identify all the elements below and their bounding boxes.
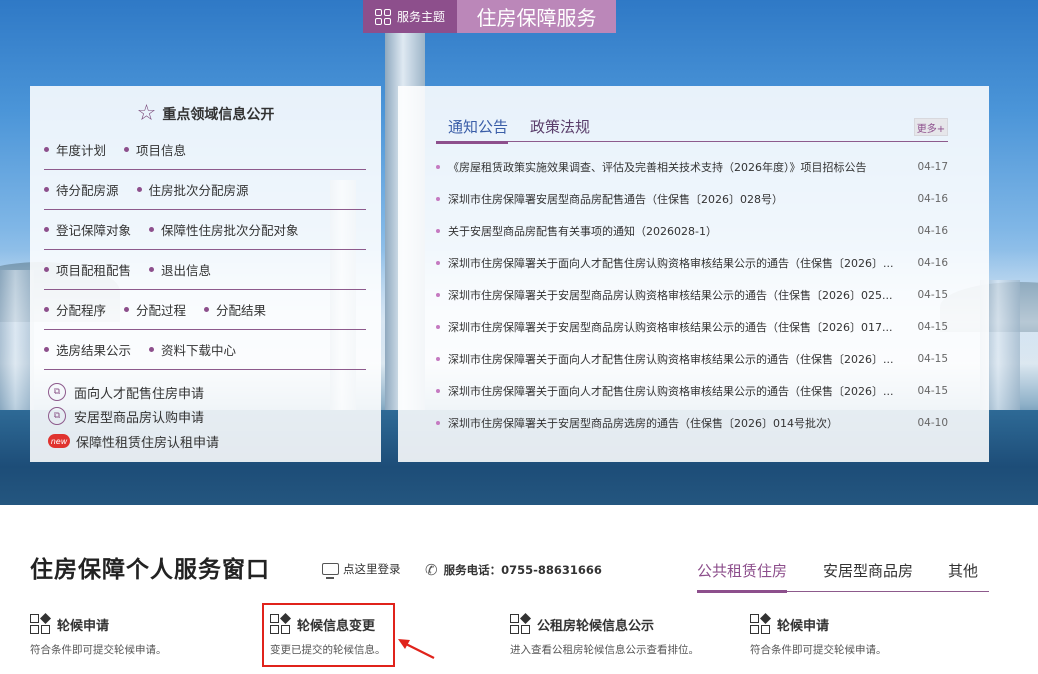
login-label: 点这里登录: [343, 562, 401, 576]
talent-housing-application[interactable]: ⧉ 面向人才配售住房申请: [48, 380, 204, 404]
news-date: 04-10: [917, 417, 948, 429]
link-allocation-process[interactable]: 分配过程: [124, 300, 186, 319]
news-date: 04-15: [917, 385, 948, 397]
link-annual-plan[interactable]: 年度计划: [44, 140, 106, 159]
card-desc: 符合条件即可提交轮候申请。: [750, 644, 887, 656]
news-date: 04-15: [917, 321, 948, 333]
card-title: 轮候申请: [57, 618, 110, 634]
apply-icon: ⧉: [48, 383, 66, 401]
news-tabs: 通知公告 政策法规: [436, 116, 948, 144]
link-batch-housing[interactable]: 住房批次分配房源: [137, 180, 249, 199]
card-desc: 符合条件即可提交轮候申请。: [30, 644, 167, 656]
news-item[interactable]: 深圳市住房保障署关于安居型商品房认购资格审核结果公示的通告（住保售〔2026〕0…: [436, 284, 948, 306]
news-title: 《房屋租赁政策实施效果调查、评估及完善相关技术支持（2026年度）》项目招标公告: [448, 161, 867, 174]
highlight-box: [262, 603, 395, 667]
link-allocation-result[interactable]: 分配结果: [204, 300, 266, 319]
link-download-center[interactable]: 资料下载中心: [149, 340, 236, 359]
tab-policies[interactable]: 政策法规: [530, 116, 590, 142]
theme-title: 住房保障服务: [457, 0, 616, 33]
panel-heading: ☆ 重点领域信息公开: [30, 100, 381, 128]
tab-other[interactable]: 其他: [948, 560, 978, 581]
panel-title: 重点领域信息公开: [162, 107, 275, 123]
building: [0, 270, 34, 420]
news-date: 04-15: [917, 289, 948, 301]
service-tabs: 公共租赁住房 安居型商品房 其他: [697, 560, 989, 593]
card-title: 轮候申请: [777, 618, 830, 634]
link-row: 登记保障对象 保障性住房批次分配对象: [44, 210, 366, 250]
news-date: 04-15: [917, 353, 948, 365]
link-row: 选房结果公示 资料下载中心: [44, 330, 366, 370]
news-date: 04-17: [917, 161, 948, 173]
link-housing-to-assign[interactable]: 待分配房源: [44, 180, 119, 199]
affordable-housing-application[interactable]: ⧉ 安居型商品房认购申请: [48, 404, 204, 428]
service-icon: [30, 613, 51, 634]
news-item[interactable]: 深圳市住房保障署关于安居型商品房选房的通告（住保售〔2026〕014号批次） 04…: [436, 412, 948, 434]
link-row: 年度计划 项目信息: [44, 130, 366, 170]
more-button[interactable]: 更多+: [914, 118, 948, 136]
tab-public-rental[interactable]: 公共租赁住房: [697, 560, 788, 593]
service-card-waitlist-apply[interactable]: 轮候申请 符合条件即可提交轮候申请。: [30, 613, 250, 664]
link-registered-recipients[interactable]: 登记保障对象: [44, 220, 131, 239]
link-allocation-procedure[interactable]: 分配程序: [44, 300, 106, 319]
service-window-title: 住房保障个人服务窗口: [30, 557, 270, 583]
rental-housing-application[interactable]: new 保障性租赁住房认租申请: [48, 429, 219, 453]
news-panel: 通知公告 政策法规 更多+ 《房屋租赁政策实施效果调查、评估及完善相关技术支持（…: [398, 86, 989, 462]
info-disclosure-panel: ☆ 重点领域信息公开 年度计划 项目信息 待分配房源 住房批次分配房源 登记保障…: [30, 86, 381, 462]
news-title: 深圳市住房保障署关于面向人才配售住房认购资格审核结果公示的通告（住保售〔2026…: [448, 353, 894, 366]
news-title: 深圳市住房保障署关于面向人才配售住房认购资格审核结果公示的通告（住保售〔2026…: [448, 257, 894, 270]
new-badge-icon: new: [48, 434, 70, 448]
news-item[interactable]: 深圳市住房保障署关于安居型商品房认购资格审核结果公示的通告（住保售〔2026〕0…: [436, 316, 948, 338]
monitor-icon: [322, 563, 339, 579]
card-title: 公租房轮候信息公示: [537, 618, 655, 634]
news-item[interactable]: 深圳市住房保障署关于面向人才配售住房认购资格审核结果公示的通告（住保售〔2026…: [436, 348, 948, 370]
link-row: 项目配租配售 退出信息: [44, 250, 366, 290]
phone-icon: ✆: [425, 561, 438, 579]
tab-notices[interactable]: 通知公告: [436, 116, 509, 144]
grid-icon: [374, 8, 391, 25]
news-title: 深圳市住房保障署关于安居型商品房认购资格审核结果公示的通告（住保售〔2026〕0…: [448, 289, 893, 302]
news-item[interactable]: 《房屋租赁政策实施效果调查、评估及完善相关技术支持（2026年度）》项目招标公告…: [436, 156, 948, 178]
link-project-info[interactable]: 项目信息: [124, 140, 186, 159]
news-item[interactable]: 关于安居型商品房配售有关事项的通知（2026028-1） 04-16: [436, 220, 948, 242]
app-label: 面向人才配售住房申请: [74, 386, 205, 402]
apply-icon: ⧉: [48, 407, 66, 425]
news-title: 深圳市住房保障署关于面向人才配售住房认购资格审核结果公示的通告（住保售〔2026…: [448, 385, 894, 398]
news-title: 深圳市住房保障署关于安居型商品房选房的通告（住保售〔2026〕014号批次）: [448, 417, 838, 430]
app-label: 安居型商品房认购申请: [74, 410, 205, 426]
link-row: 分配程序 分配过程 分配结果: [44, 290, 366, 330]
news-title: 关于安居型商品房配售有关事项的通知（2026028-1）: [448, 225, 717, 238]
link-row: 待分配房源 住房批次分配房源: [44, 170, 366, 210]
card-desc: 进入查看公租房轮候信息公示查看排位。: [510, 644, 699, 656]
news-title: 深圳市住房保障署安居型商品房配售通告（住保售〔2026〕028号）: [448, 193, 783, 206]
service-phone: ✆ 服务电话：0755-88631666: [425, 561, 602, 579]
login-link[interactable]: 点这里登录: [322, 561, 401, 579]
news-title: 深圳市住房保障署关于安居型商品房认购资格审核结果公示的通告（住保售〔2026〕0…: [448, 321, 893, 334]
news-item[interactable]: 深圳市住房保障署关于面向人才配售住房认购资格审核结果公示的通告（住保售〔2026…: [436, 252, 948, 274]
theme-tag[interactable]: 服务主题: [363, 0, 457, 33]
service-icon: [750, 613, 771, 634]
news-date: 04-16: [917, 193, 948, 205]
link-project-allocation[interactable]: 项目配租配售: [44, 260, 131, 279]
news-date: 04-16: [917, 225, 948, 237]
link-selection-result[interactable]: 选房结果公示: [44, 340, 131, 359]
link-exit-info[interactable]: 退出信息: [149, 260, 211, 279]
star-icon: ☆: [136, 101, 157, 126]
theme-tag-label: 服务主题: [396, 10, 445, 24]
news-item[interactable]: 深圳市住房保障署安居型商品房配售通告（住保售〔2026〕028号） 04-16: [436, 188, 948, 210]
tab-affordable-housing[interactable]: 安居型商品房: [823, 560, 913, 581]
service-card-waitlist-publicity[interactable]: 公租房轮候信息公示 进入查看公租房轮候信息公示查看排位。: [510, 613, 730, 664]
service-card-waitlist-apply-2[interactable]: 轮候申请 符合条件即可提交轮候申请。: [750, 613, 970, 664]
pointer-arrow-icon: [398, 639, 435, 659]
phone-label: 服务电话：0755-88631666: [443, 563, 602, 577]
news-item[interactable]: 深圳市住房保障署关于面向人才配售住房认购资格审核结果公示的通告（住保售〔2026…: [436, 380, 948, 402]
app-label: 保障性租赁住房认租申请: [76, 435, 220, 451]
service-icon: [510, 613, 531, 634]
link-batch-recipients[interactable]: 保障性住房批次分配对象: [149, 220, 299, 239]
news-date: 04-16: [917, 257, 948, 269]
